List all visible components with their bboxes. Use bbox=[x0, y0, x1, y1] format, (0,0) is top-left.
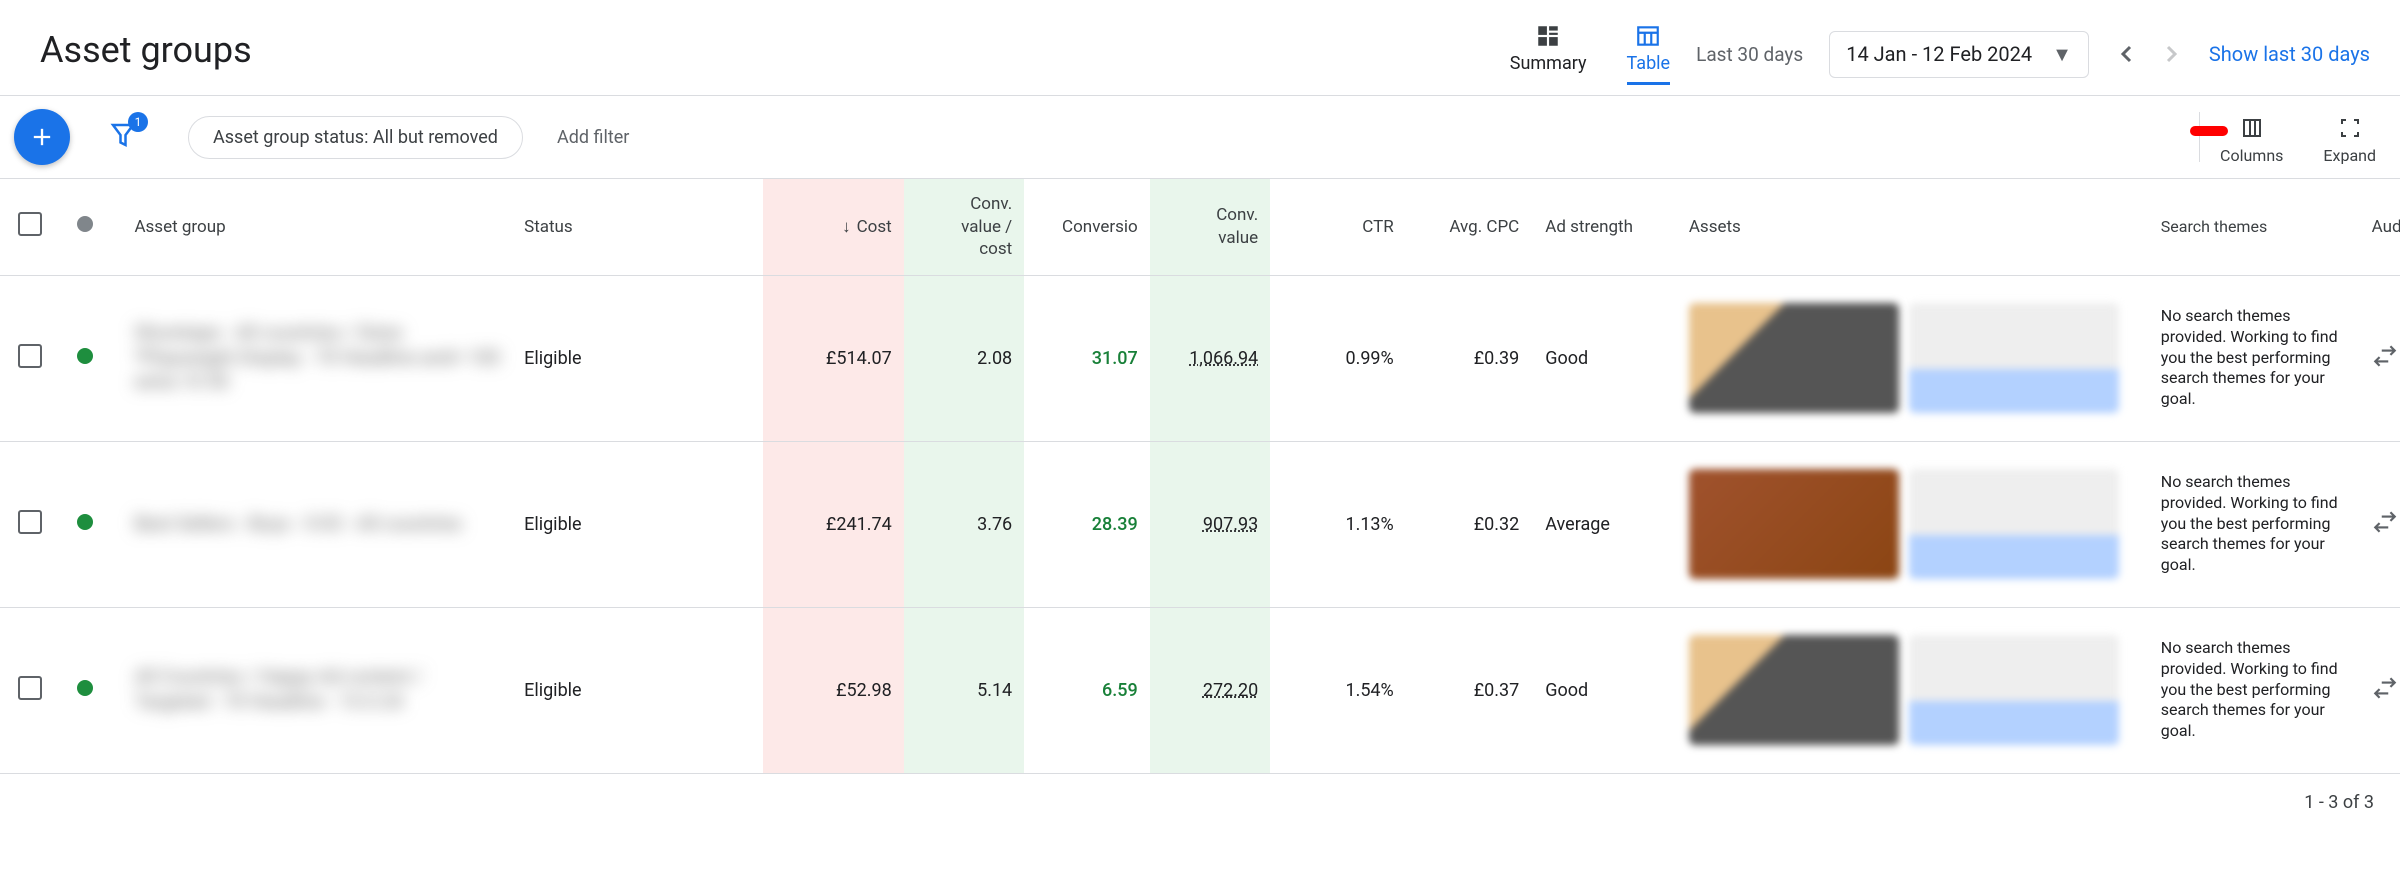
columns-button[interactable]: Columns bbox=[2220, 116, 2283, 165]
col-cvvc-l1[interactable]: Conv. bbox=[970, 194, 1012, 214]
asset-group-name[interactable]: Shoretape - All countries / Sizes *Playw… bbox=[134, 321, 500, 395]
date-picker[interactable]: 14 Jan - 12 Feb 2024 ▼ bbox=[1829, 31, 2089, 78]
tab-table[interactable]: Table bbox=[1627, 23, 1671, 85]
conversions-cell: 28.39 bbox=[1024, 441, 1150, 607]
tab-summary-label: Summary bbox=[1510, 53, 1587, 74]
table-icon bbox=[1635, 23, 1661, 49]
date-picker-value: 14 Jan - 12 Feb 2024 bbox=[1846, 42, 2032, 66]
show-last-30-link[interactable]: Show last 30 days bbox=[2209, 42, 2370, 66]
col-conversions[interactable]: Conversio bbox=[1062, 217, 1138, 237]
asset-thumb bbox=[1689, 469, 1899, 579]
conversions-cell: 6.59 bbox=[1024, 607, 1150, 773]
asset-group-name[interactable]: Best Sellers - Boys - 5-03 - All countri… bbox=[134, 512, 500, 537]
col-avg-cpc[interactable]: Avg. CPC bbox=[1449, 217, 1519, 237]
annotation-marker bbox=[2190, 126, 2228, 136]
status-dot-header[interactable] bbox=[77, 216, 93, 232]
assets-cell[interactable] bbox=[1677, 441, 2149, 607]
date-next-button[interactable] bbox=[2159, 42, 2183, 66]
tab-table-label: Table bbox=[1627, 53, 1671, 74]
status-dot[interactable] bbox=[77, 680, 93, 696]
asset-thumb bbox=[1909, 469, 2119, 579]
caret-down-icon: ▼ bbox=[2052, 42, 2072, 67]
cost-cell: £52.98 bbox=[763, 607, 904, 773]
status-dot[interactable] bbox=[77, 348, 93, 364]
col-audiences[interactable]: Audi bbox=[2372, 217, 2400, 237]
conv-value-cell[interactable]: 1,066.94 bbox=[1189, 348, 1258, 369]
page-title: Asset groups bbox=[40, 29, 252, 95]
search-themes-cell: No search themes provided. Working to fi… bbox=[2149, 441, 2360, 607]
search-themes-cell: No search themes provided. Working to fi… bbox=[2149, 607, 2360, 773]
select-all-checkbox[interactable] bbox=[18, 212, 42, 236]
col-ctr[interactable]: CTR bbox=[1362, 217, 1393, 237]
cvvc-cell: 5.14 bbox=[904, 607, 1024, 773]
status-cell: Eligible bbox=[512, 607, 763, 773]
col-ad-strength[interactable]: Ad strength bbox=[1545, 217, 1633, 237]
expand-icon bbox=[2338, 116, 2362, 144]
status-cell: Eligible bbox=[512, 275, 763, 441]
row-checkbox[interactable] bbox=[18, 510, 42, 534]
col-asset-group[interactable]: Asset group bbox=[134, 217, 225, 237]
cost-cell: £514.07 bbox=[763, 275, 904, 441]
ctr-cell: 1.13% bbox=[1270, 441, 1406, 607]
table-row: All Countries / Happy Ad content / Targe… bbox=[0, 607, 2400, 773]
date-range-label: Last 30 days bbox=[1696, 43, 1803, 66]
col-cost[interactable]: ↓Cost bbox=[842, 217, 892, 237]
asset-thumb bbox=[1909, 635, 2119, 745]
status-cell: Eligible bbox=[512, 441, 763, 607]
col-search-themes[interactable]: Search themes bbox=[2161, 217, 2267, 236]
cpc-cell: £0.32 bbox=[1406, 441, 1532, 607]
strength-cell: Average bbox=[1531, 441, 1677, 607]
date-prev-button[interactable] bbox=[2115, 42, 2139, 66]
expand-label: Expand bbox=[2323, 146, 2376, 165]
cvvc-cell: 2.08 bbox=[904, 275, 1024, 441]
search-themes-cell: No search themes provided. Working to fi… bbox=[2149, 275, 2360, 441]
asset-group-name[interactable]: All Countries / Happy Ad content / Targe… bbox=[134, 665, 500, 714]
conv-value-cell[interactable]: 272.20 bbox=[1203, 680, 1258, 701]
columns-icon bbox=[2240, 116, 2264, 144]
asset-thumb bbox=[1689, 635, 1899, 745]
table-row: Shoretape - All countries / Sizes *Playw… bbox=[0, 275, 2400, 441]
col-assets[interactable]: Assets bbox=[1689, 217, 1741, 237]
swap-icon[interactable] bbox=[2372, 353, 2398, 374]
table-row: Best Sellers - Boys - 5-03 - All countri… bbox=[0, 441, 2400, 607]
add-filter-button[interactable]: Add filter bbox=[557, 127, 629, 148]
filter-chip-status[interactable]: Asset group status: All but removed bbox=[188, 116, 523, 159]
assets-cell[interactable] bbox=[1677, 275, 2149, 441]
asset-thumb bbox=[1689, 303, 1899, 413]
strength-cell: Good bbox=[1531, 607, 1677, 773]
swap-icon[interactable] bbox=[2372, 519, 2398, 540]
swap-icon[interactable] bbox=[2372, 685, 2398, 706]
status-dot[interactable] bbox=[77, 514, 93, 530]
strength-cell: Good bbox=[1531, 275, 1677, 441]
pagination-count: 1 - 3 of 3 bbox=[0, 774, 2400, 831]
cvvc-cell: 3.76 bbox=[904, 441, 1024, 607]
sort-down-icon: ↓ bbox=[842, 217, 851, 237]
expand-button[interactable]: Expand bbox=[2323, 116, 2376, 165]
filter-button[interactable]: 1 bbox=[108, 120, 138, 154]
dashboard-icon bbox=[1535, 23, 1561, 49]
asset-thumb bbox=[1909, 303, 2119, 413]
cpc-cell: £0.39 bbox=[1406, 275, 1532, 441]
ctr-cell: 1.54% bbox=[1270, 607, 1406, 773]
add-button[interactable] bbox=[14, 109, 70, 165]
filter-badge: 1 bbox=[128, 112, 148, 132]
cpc-cell: £0.37 bbox=[1406, 607, 1532, 773]
conversions-cell: 31.07 bbox=[1024, 275, 1150, 441]
assets-cell[interactable] bbox=[1677, 607, 2149, 773]
cost-cell: £241.74 bbox=[763, 441, 904, 607]
ctr-cell: 0.99% bbox=[1270, 275, 1406, 441]
row-checkbox[interactable] bbox=[18, 676, 42, 700]
columns-label: Columns bbox=[2220, 146, 2283, 165]
col-conv-value[interactable]: Conv. bbox=[1216, 205, 1258, 225]
asset-groups-table: Asset group Status ↓Cost Conv.value /cos… bbox=[0, 179, 2400, 774]
conv-value-cell[interactable]: 907.93 bbox=[1203, 514, 1258, 535]
col-status[interactable]: Status bbox=[524, 217, 573, 237]
tab-summary[interactable]: Summary bbox=[1510, 23, 1587, 85]
row-checkbox[interactable] bbox=[18, 344, 42, 368]
